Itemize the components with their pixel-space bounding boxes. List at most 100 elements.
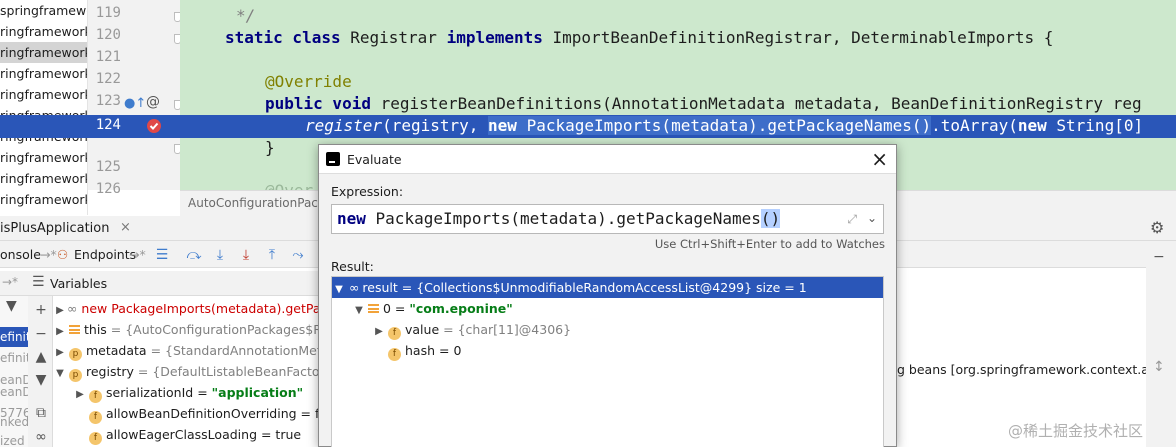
result-name: 0 — [383, 301, 391, 316]
variable-row[interactable]: f allowEagerClassLoading = true — [87, 424, 301, 445]
keyword: static class — [225, 28, 341, 47]
variable-row[interactable]: ▶ p metadata = {StandardAnnotationMeta — [53, 340, 320, 361]
variable-row[interactable]: ▶ f serializationId = "application" — [73, 382, 303, 403]
variable-row[interactable]: ▶ this = {AutoConfigurationPackages$Re — [53, 319, 320, 340]
variable-row[interactable]: ▶ ∞ new PackageImports(metadata).getPac — [53, 298, 320, 319]
field-icon: f — [388, 348, 401, 361]
tree-item-selected[interactable]: ringframework. — [0, 42, 87, 63]
code-line-123: public void registerBeanDefinitions(Anno… — [265, 93, 1142, 115]
step-over-icon[interactable]: ⤼ — [184, 245, 204, 265]
line-number: 126 — [95, 181, 121, 197]
line-number: 119 — [95, 5, 121, 21]
dialog-titlebar[interactable]: Evaluate × — [319, 145, 896, 174]
field-icon: f — [89, 411, 102, 424]
collapse-arrow-icon[interactable]: ▼ — [53, 363, 67, 384]
scroll-icon[interactable]: ↕ — [1153, 359, 1165, 375]
expand-arrow-icon[interactable]: ▶ — [372, 321, 386, 342]
tree-item[interactable]: ringframework. — [0, 21, 87, 42]
execution-point-gutter: 124 — [0, 115, 180, 138]
comment: */ — [236, 6, 256, 25]
variable-row[interactable]: ▼ p registry = {DefaultListableBeanFactory — [53, 361, 320, 382]
tree-item[interactable]: ringframework. — [0, 168, 87, 189]
chevron-down-icon[interactable]: ⌄ — [867, 211, 877, 225]
line-number: 120 — [95, 27, 121, 43]
move-down-icon[interactable]: ▼ — [31, 370, 51, 390]
keyword: new — [488, 116, 517, 135]
add-watch-icon[interactable]: + — [31, 300, 51, 320]
frames-list[interactable]: ▼ efiniti efiniti eanD eanD 57765 nked i… — [0, 296, 28, 447]
parameter-icon: p — [69, 348, 82, 361]
expression-input[interactable]: new PackageImports(metadata).getPackageN… — [331, 204, 884, 234]
run-config-name[interactable]: isPlusApplication — [0, 221, 109, 236]
filter-icon[interactable]: ▼ — [6, 298, 17, 314]
variables-toolbar: + − ▲ ▼ ⧉ ∞ — [28, 296, 53, 447]
selected-expression: PackageImports(metadata).getPackageNames… — [516, 116, 932, 135]
collapse-arrow-icon[interactable]: ▼ — [332, 279, 346, 300]
tab-endpoints[interactable]: Endpoints — [74, 247, 136, 262]
breakpoint-icon[interactable] — [146, 118, 162, 134]
result-row[interactable]: f hash = 0 — [386, 340, 883, 361]
variables-tree[interactable]: ▶ ∞ new PackageImports(metadata).getPac ▶… — [53, 296, 320, 447]
code-line-125: } — [265, 137, 275, 159]
field-icon: f — [89, 390, 102, 403]
tab-console[interactable]: onsole — [0, 247, 41, 262]
annotation: @Override — [265, 72, 352, 91]
pin-icon: →* — [2, 275, 19, 289]
expand-arrow-icon[interactable]: ▶ — [53, 321, 67, 342]
tree-item[interactable]: springframework. — [0, 0, 87, 21]
expand-arrow-icon[interactable]: ▶ — [53, 342, 67, 363]
copy-icon[interactable]: ⧉ — [31, 403, 51, 423]
annotation: @Over — [265, 181, 313, 190]
list-icon — [368, 304, 379, 313]
tree-item[interactable]: ringframework. — [0, 84, 87, 105]
watermark: @稀土掘金技术社区 — [1008, 422, 1144, 440]
step-out-icon[interactable]: ⤒ — [262, 245, 282, 265]
keyword: implements — [446, 28, 543, 47]
collapse-arrow-icon[interactable]: ▼ — [352, 300, 366, 321]
expand-arrow-icon[interactable]: ▶ — [73, 384, 87, 405]
result-value: "com.eponine" — [409, 301, 513, 316]
expand-icon[interactable]: ⤢ — [847, 212, 857, 227]
keyword: new — [1017, 116, 1047, 135]
variable-row[interactable]: f allowBeanDefinitionOverriding = fa — [87, 403, 320, 424]
frame-item[interactable]: efiniti — [0, 327, 28, 347]
move-up-icon[interactable]: ▲ — [31, 347, 51, 367]
force-step-into-icon[interactable]: ⤓ — [236, 245, 256, 265]
dialog-title: Evaluate — [347, 152, 402, 167]
variable-value: = {AutoConfigurationPackages$Re — [106, 322, 320, 337]
code-text: String[0] — [1046, 116, 1144, 135]
tree-item[interactable]: ringframework. — [0, 147, 87, 168]
result-row[interactable]: ▼ ∞ result = {Collections$UnmodifiableRand… — [332, 277, 883, 298]
class-name: Registrar — [340, 28, 447, 47]
parameter-icon: p — [69, 369, 82, 382]
variable-name: new PackageImports(metadata).getPac — [81, 301, 320, 316]
glasses-icon[interactable]: ∞ — [31, 427, 51, 447]
breadcrumb[interactable]: AutoConfigurationPack — [188, 196, 325, 210]
list-view-icon[interactable]: ☰ — [32, 274, 45, 290]
menu-icon[interactable]: ☰ — [152, 245, 172, 265]
frame-item[interactable]: eanD — [0, 382, 28, 402]
result-row[interactable]: ▼ 0 = "com.eponine" — [352, 298, 883, 321]
keyword: public void — [265, 94, 371, 113]
editor-gutter[interactable]: 119 120 121 122 123 125 126 ●↑ @ — [88, 0, 181, 197]
result-row[interactable]: ▶ f value = {char[11]@4306} — [372, 319, 883, 342]
gear-icon[interactable]: ⚙ — [1150, 218, 1164, 237]
implements-method-icon[interactable]: ●↑ — [124, 96, 146, 111]
expand-arrow-icon[interactable]: ▶ — [53, 300, 67, 321]
result-tree[interactable]: ▼ ∞ result = {Collections$UnmodifiableRand… — [331, 276, 884, 447]
frame-item[interactable]: efiniti — [0, 348, 28, 368]
run-to-cursor-icon[interactable]: ⤳ — [288, 245, 308, 265]
close-icon[interactable]: × — [871, 147, 888, 171]
expression-text[interactable]: new PackageImports(metadata).getPackageN… — [337, 209, 781, 228]
remove-watch-icon[interactable]: − — [31, 324, 51, 344]
expression-label: Expression: — [331, 184, 404, 199]
minimize-icon[interactable]: − — [1153, 249, 1165, 265]
close-icon[interactable]: × — [120, 220, 131, 235]
frame-item[interactable]: ized — [0, 431, 28, 447]
frame-item[interactable]: nked — [0, 412, 28, 432]
variable-name: allowEagerClassLoading — [106, 427, 258, 442]
tree-item[interactable]: ringframework. — [0, 189, 87, 210]
project-tree[interactable]: springframework. ringframework. ringfram… — [0, 0, 88, 215]
tree-item[interactable]: ringframework. — [0, 63, 87, 84]
step-into-icon[interactable]: ⤓ — [210, 245, 230, 265]
